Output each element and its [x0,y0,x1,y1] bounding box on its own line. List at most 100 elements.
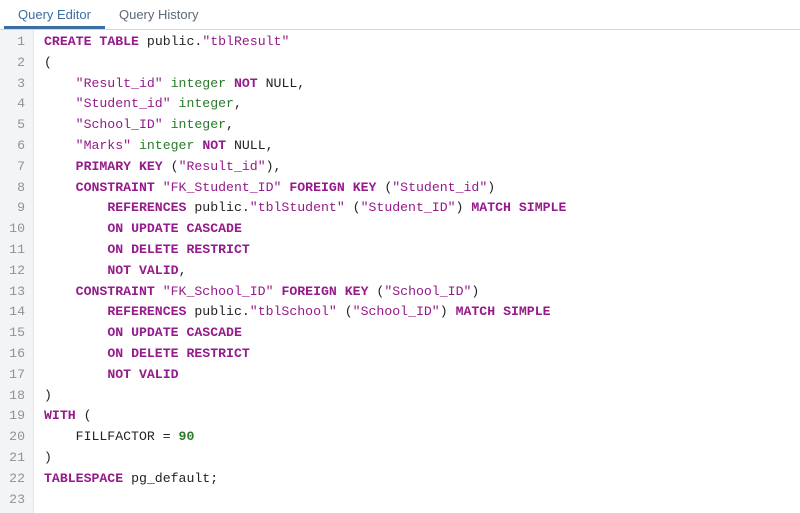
code-line[interactable]: ON UPDATE CASCADE [44,219,566,240]
token-pn [44,117,76,132]
token-pn: = [155,429,179,444]
line-number: 6 [0,136,25,157]
code-line[interactable]: ) [44,448,566,469]
token-kw2: DELETE [131,346,178,361]
line-number: 5 [0,115,25,136]
code-line[interactable]: CONSTRAINT "FK_Student_ID" FOREIGN KEY (… [44,178,566,199]
token-pn: ( [345,200,361,215]
token-pn: . [242,304,250,319]
line-number: 4 [0,94,25,115]
token-pn [171,96,179,111]
code-line[interactable]: "Marks" integer NOT NULL, [44,136,566,157]
token-id: public [147,34,194,49]
code-line[interactable] [44,490,566,511]
token-pn [495,304,503,319]
code-line[interactable]: ON UPDATE CASCADE [44,323,566,344]
code-line[interactable]: ON DELETE RESTRICT [44,344,566,365]
code-line[interactable]: ON DELETE RESTRICT [44,240,566,261]
token-pn: ) [44,388,52,403]
token-pn [123,221,131,236]
token-kw: NOT [107,367,131,382]
token-str: "FK_Student_ID" [163,180,282,195]
token-pn [155,284,163,299]
code-line[interactable]: WITH ( [44,406,566,427]
token-str: "Student_id" [76,96,171,111]
code-area[interactable]: CREATE TABLE public."tblResult"( "Result… [34,30,566,513]
token-dt: integer [171,117,226,132]
token-id: public [194,304,241,319]
token-str: "School_ID" [76,117,163,132]
line-number: 19 [0,406,25,427]
token-pn [44,242,107,257]
line-number: 23 [0,490,25,511]
token-pn [44,221,107,236]
token-kw: NOT [107,263,131,278]
code-line[interactable]: NOT VALID, [44,261,566,282]
token-pn [511,200,519,215]
token-pn: ( [163,159,179,174]
token-str: "FK_School_ID" [163,284,274,299]
code-line[interactable]: TABLESPACE pg_default; [44,469,566,490]
code-line[interactable]: "School_ID" integer, [44,115,566,136]
token-null: NULL [266,76,298,91]
code-line[interactable]: FILLFACTOR = 90 [44,427,566,448]
code-line[interactable]: ) [44,386,566,407]
token-pn [44,180,76,195]
token-pn [123,325,131,340]
token-kw2: VALID [139,263,179,278]
token-pn [345,180,353,195]
token-pn [226,138,234,153]
line-number: 11 [0,240,25,261]
code-line[interactable]: "Student_id" integer, [44,94,566,115]
token-kw: ON [107,325,123,340]
token-kw: MATCH [456,304,496,319]
token-pn: ( [337,304,353,319]
code-line[interactable]: ( [44,53,566,74]
token-null: NULL [234,138,266,153]
code-line[interactable]: CREATE TABLE public."tblResult" [44,32,566,53]
token-pn: , [226,117,234,132]
sql-editor[interactable]: 1234567891011121314151617181920212223 CR… [0,30,800,513]
token-pn [337,284,345,299]
token-pn: . [242,200,250,215]
token-kw2: RESTRICT [186,346,249,361]
token-str: "Marks" [76,138,131,153]
token-kw: ON [107,242,123,257]
token-pn [131,138,139,153]
token-pn: ; [210,471,218,486]
code-line[interactable]: PRIMARY KEY ("Result_id"), [44,157,566,178]
line-number-gutter: 1234567891011121314151617181920212223 [0,30,34,513]
token-kw: NOT [234,76,258,91]
token-kw2: UPDATE [131,325,178,340]
token-pn [44,284,76,299]
token-str: "tblSchool" [250,304,337,319]
line-number: 7 [0,157,25,178]
token-str: "Result_id" [76,76,163,91]
tab-query-history[interactable]: Query History [105,0,212,29]
code-line[interactable]: REFERENCES public."tblStudent" ("Student… [44,198,566,219]
token-pn [139,34,147,49]
token-pn [44,96,76,111]
token-pn [44,263,107,278]
token-pn [44,325,107,340]
code-line[interactable]: REFERENCES public."tblSchool" ("School_I… [44,302,566,323]
token-kw: KEY [353,180,377,195]
token-kw: WITH [44,408,76,423]
line-number: 10 [0,219,25,240]
token-num: 90 [179,429,195,444]
token-pn [163,117,171,132]
line-number: 14 [0,302,25,323]
code-line[interactable]: NOT VALID [44,365,566,386]
token-kw: NOT [202,138,226,153]
line-number: 12 [0,261,25,282]
token-kw: KEY [345,284,369,299]
tab-query-editor[interactable]: Query Editor [4,0,105,29]
token-kw: CREATE [44,34,91,49]
code-line[interactable]: "Result_id" integer NOT NULL, [44,74,566,95]
line-number: 9 [0,198,25,219]
code-line[interactable]: CONSTRAINT "FK_School_ID" FOREIGN KEY ("… [44,282,566,303]
token-pn: ) [487,180,495,195]
token-kw: TABLESPACE [44,471,123,486]
token-pn [44,76,76,91]
token-kw: ON [107,346,123,361]
